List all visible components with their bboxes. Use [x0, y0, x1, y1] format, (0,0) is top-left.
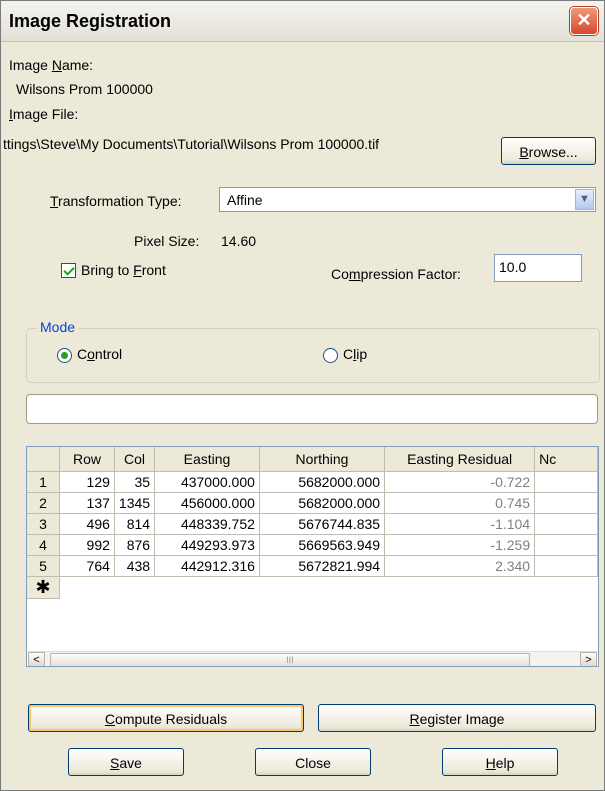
cell-northing-residual — [534, 492, 598, 514]
cell-col[interactable]: 438 — [114, 555, 156, 577]
cell-col[interactable]: 814 — [114, 513, 156, 535]
cell-northing[interactable]: 5682000.000 — [259, 492, 386, 514]
column-header-northing[interactable]: Northing — [259, 447, 386, 472]
cell-northing[interactable]: 5672821.994 — [259, 555, 386, 577]
dialog-title: Image Registration — [9, 11, 172, 31]
new-row[interactable]: ✱ — [27, 576, 598, 599]
pixel-size-value: 14.60 — [221, 233, 257, 249]
cell-easting[interactable]: 456000.000 — [154, 492, 260, 514]
mode-control-radio[interactable] — [57, 348, 72, 363]
cell-row[interactable]: 992 — [59, 534, 115, 556]
transformation-type-label: Transformation Type: — [50, 193, 182, 209]
compute-residuals-button[interactable]: Compute Residuals — [28, 704, 304, 732]
table-row[interactable]: 1 129 35 437000.000 5682000.000 -0.722 — [27, 471, 598, 493]
column-header-easting[interactable]: Easting — [154, 447, 260, 472]
cell-northing[interactable]: 5669563.949 — [259, 534, 386, 556]
bring-to-front-label: Bring to Front — [81, 262, 166, 278]
mode-clip-label: Clip — [343, 346, 368, 362]
bring-to-front-checkbox[interactable] — [61, 263, 76, 278]
cell-row[interactable]: 129 — [59, 471, 115, 493]
row-header[interactable]: 4 — [27, 534, 61, 556]
column-header-corner[interactable] — [27, 447, 61, 472]
cell-easting-residual: -1.104 — [384, 513, 536, 535]
cell-northing-residual — [534, 513, 598, 535]
title-bar[interactable]: Image Registration ✕ — [1, 1, 604, 42]
column-header-easting-residual[interactable]: Easting Residual — [384, 447, 536, 472]
image-file-path: ttings\Steve\My Documents\Tutorial\Wilso… — [3, 136, 380, 152]
row-header[interactable]: 5 — [27, 555, 61, 577]
chevron-down-icon[interactable]: ▼ — [575, 189, 594, 210]
column-header-col[interactable]: Col — [114, 447, 156, 472]
cell-easting-residual: -0.722 — [384, 471, 536, 493]
table-row[interactable]: 3 496 814 448339.752 5676744.835 -1.104 — [27, 513, 598, 535]
cell-northing[interactable]: 5682000.000 — [259, 471, 386, 493]
compression-factor-label: Compression Factor: — [331, 266, 461, 282]
cell-northing-residual — [534, 534, 598, 556]
cell-easting[interactable]: 437000.000 — [154, 471, 260, 493]
cell-row[interactable]: 137 — [59, 492, 115, 514]
transformation-type-select[interactable]: Affine ▼ — [219, 187, 596, 212]
image-name-label: Image Name: — [9, 57, 94, 73]
table-row[interactable]: 4 992 876 449293.973 5669563.949 -1.259 — [27, 534, 598, 556]
cell-northing-residual — [534, 555, 598, 577]
close-button[interactable]: Close — [255, 748, 371, 776]
cell-col[interactable]: 1345 — [114, 492, 156, 514]
close-window-button[interactable]: ✕ — [570, 7, 598, 35]
save-button[interactable]: Save — [68, 748, 184, 776]
scroll-left-icon[interactable]: < — [28, 652, 45, 666]
scrollbar-thumb[interactable]: III — [50, 653, 530, 666]
mode-control-label: Control — [77, 346, 123, 362]
register-image-button[interactable]: Register Image — [318, 704, 596, 732]
new-row-empty[interactable] — [60, 577, 598, 599]
cell-easting[interactable]: 449293.973 — [154, 534, 260, 556]
cell-col[interactable]: 35 — [114, 471, 156, 493]
image-file-label: Image File: — [9, 106, 79, 122]
table-row[interactable]: 5 764 438 442912.316 5672821.994 2.340 — [27, 555, 598, 577]
scroll-right-icon[interactable]: > — [580, 652, 597, 666]
new-row-icon[interactable]: ✱ — [27, 576, 61, 599]
status-field — [26, 394, 598, 424]
horizontal-scrollbar[interactable]: < III > — [28, 651, 597, 666]
transformation-type-value: Affine — [227, 192, 263, 208]
compression-factor-value: 10.0 — [499, 259, 527, 275]
column-header-northing-residual[interactable]: Nc — [534, 447, 598, 472]
cell-northing[interactable]: 5676744.835 — [259, 513, 386, 535]
compression-factor-input[interactable]: 10.0 — [494, 254, 582, 282]
row-header[interactable]: 3 — [27, 513, 61, 535]
cell-easting[interactable]: 448339.752 — [154, 513, 260, 535]
cell-col[interactable]: 876 — [114, 534, 156, 556]
table-row[interactable]: 2 137 1345 456000.000 5682000.000 0.745 — [27, 492, 598, 514]
cell-easting-residual: 2.340 — [384, 555, 536, 577]
close-icon: ✕ — [576, 10, 592, 30]
browse-button[interactable]: Browse... — [501, 137, 596, 165]
image-registration-dialog: Image Registration ✕ Image Name: Wilsons… — [0, 0, 605, 791]
cell-row[interactable]: 496 — [59, 513, 115, 535]
help-button[interactable]: Help — [442, 748, 558, 776]
column-header-row[interactable]: Row — [59, 447, 115, 472]
pixel-size-label: Pixel Size: — [134, 233, 200, 249]
row-header[interactable]: 2 — [27, 492, 61, 514]
cell-easting-residual: -1.259 — [384, 534, 536, 556]
control-points-table: Row Col Easting Northing Easting Residua… — [27, 447, 598, 599]
control-points-grid[interactable]: Row Col Easting Northing Easting Residua… — [26, 446, 599, 667]
cell-easting[interactable]: 442912.316 — [154, 555, 260, 577]
cell-row[interactable]: 764 — [59, 555, 115, 577]
mode-label: Mode — [37, 319, 79, 335]
cell-easting-residual: 0.745 — [384, 492, 536, 514]
table-header-row: Row Col Easting Northing Easting Residua… — [27, 447, 598, 472]
cell-northing-residual — [534, 471, 598, 493]
mode-clip-radio[interactable] — [323, 348, 338, 363]
image-name-value: Wilsons Prom 100000 — [16, 81, 153, 97]
row-header[interactable]: 1 — [27, 471, 61, 493]
